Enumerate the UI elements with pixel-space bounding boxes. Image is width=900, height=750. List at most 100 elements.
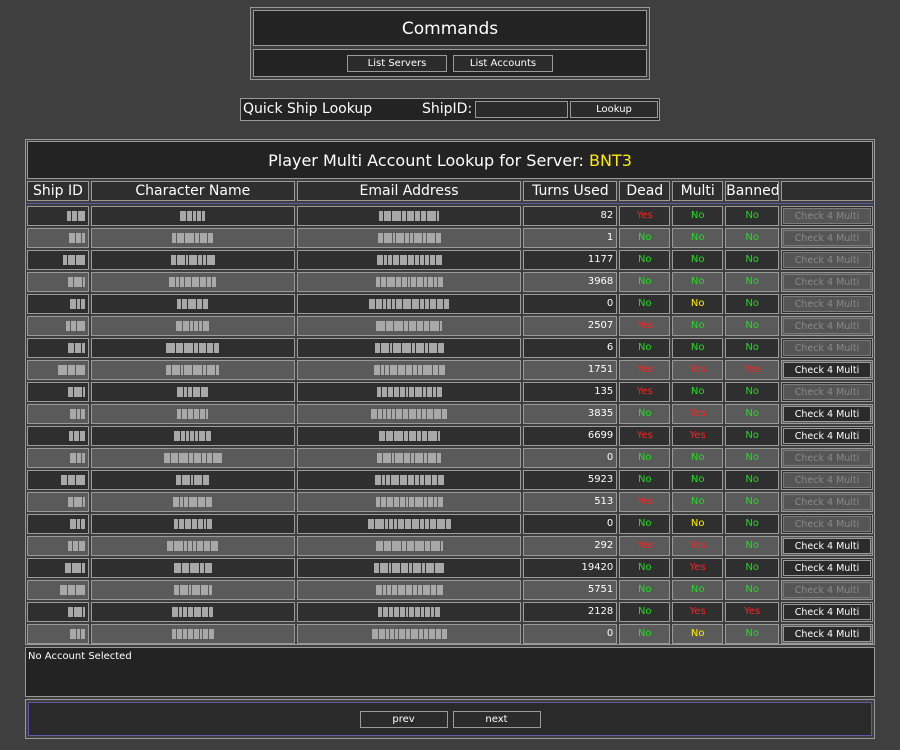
- check-4-multi-button[interactable]: Check 4 Multi: [783, 494, 871, 510]
- check-4-multi-button[interactable]: Check 4 Multi: [783, 472, 871, 488]
- multi-cell: No: [672, 338, 724, 358]
- banned-cell-value: No: [745, 298, 759, 309]
- turns-used-cell: 1177: [523, 250, 618, 270]
- redacted-text: [298, 207, 521, 225]
- email-address-cell: [296, 448, 522, 468]
- turns-used-cell: 5923: [523, 470, 618, 490]
- shipid-input[interactable]: [475, 101, 568, 118]
- banned-cell: No: [725, 536, 780, 556]
- action-cell: Check 4 Multi: [781, 448, 873, 468]
- check-4-multi-button[interactable]: Check 4 Multi: [783, 208, 871, 224]
- table-row: 1 No No No Check 4 Multi: [27, 228, 873, 248]
- redacted-text: [92, 427, 294, 445]
- email-address-cell: [296, 470, 522, 490]
- character-name-cell: [90, 448, 295, 468]
- dead-cell-value: Yes: [636, 540, 653, 551]
- email-address-cell: [296, 382, 522, 402]
- ship-id-cell: [27, 294, 89, 314]
- redacted-text: [28, 383, 88, 401]
- banned-cell: No: [725, 448, 780, 468]
- dead-cell: No: [619, 448, 671, 468]
- banned-cell-value: No: [745, 430, 759, 441]
- table-row: 3968 No No No Check 4 Multi: [27, 272, 873, 292]
- turns-used-cell: 3968: [523, 272, 618, 292]
- table-row: 0 No No No Check 4 Multi: [27, 624, 873, 644]
- dead-cell: No: [619, 272, 671, 292]
- turns-used-cell: 6: [523, 338, 618, 358]
- action-cell: Check 4 Multi: [781, 382, 873, 402]
- dead-cell: Yes: [619, 426, 671, 446]
- redacted-text: [92, 559, 294, 577]
- banned-cell: No: [725, 514, 780, 534]
- redacted-text: [28, 273, 88, 291]
- dead-cell: Yes: [619, 206, 671, 226]
- lookup-button[interactable]: Lookup: [570, 101, 658, 118]
- banned-cell-value: No: [745, 452, 759, 463]
- multi-cell: No: [672, 316, 724, 336]
- next-button[interactable]: next: [452, 710, 541, 728]
- list-accounts-button[interactable]: List Accounts: [453, 54, 553, 72]
- redacted-text: [298, 251, 521, 269]
- redacted-text: [92, 537, 294, 555]
- redacted-text: [28, 405, 88, 423]
- email-address-cell: [296, 206, 522, 226]
- check-4-multi-button[interactable]: Check 4 Multi: [783, 604, 871, 620]
- action-cell: Check 4 Multi: [781, 404, 873, 424]
- dead-cell-value: No: [637, 606, 652, 617]
- turns-used-cell: 0: [523, 448, 618, 468]
- redacted-text: [298, 339, 521, 357]
- dead-cell-value: No: [637, 518, 652, 529]
- action-cell: Check 4 Multi: [781, 492, 873, 512]
- column-header-multi: Multi: [672, 181, 724, 201]
- pager-inner: prev next: [28, 702, 872, 736]
- dead-cell-value: No: [637, 562, 652, 573]
- table-body: 82 Yes No No Check 4 Multi 1 No No No Check 4 Mul…: [27, 206, 873, 644]
- banned-cell: No: [725, 470, 780, 490]
- banned-cell: No: [725, 426, 780, 446]
- dead-cell: Yes: [619, 360, 671, 380]
- dead-cell-value: Yes: [636, 386, 653, 397]
- multi-cell: No: [672, 580, 724, 600]
- check-4-multi-button[interactable]: Check 4 Multi: [783, 428, 871, 444]
- check-4-multi-button[interactable]: Check 4 Multi: [783, 516, 871, 532]
- action-cell: Check 4 Multi: [781, 426, 873, 446]
- check-4-multi-button[interactable]: Check 4 Multi: [783, 450, 871, 466]
- server-name: BNT3: [588, 151, 632, 170]
- redacted-text: [28, 295, 88, 313]
- check-4-multi-button[interactable]: Check 4 Multi: [783, 362, 871, 378]
- character-name-cell: [90, 206, 295, 226]
- action-cell: Check 4 Multi: [781, 228, 873, 248]
- check-4-multi-button[interactable]: Check 4 Multi: [783, 582, 871, 598]
- check-4-multi-button[interactable]: Check 4 Multi: [783, 560, 871, 576]
- check-4-multi-button[interactable]: Check 4 Multi: [783, 296, 871, 312]
- check-4-multi-button[interactable]: Check 4 Multi: [783, 384, 871, 400]
- turns-used-cell: 292: [523, 536, 618, 556]
- multi-cell-value: No: [690, 474, 705, 485]
- check-4-multi-button[interactable]: Check 4 Multi: [783, 406, 871, 422]
- multi-cell-value: Yes: [689, 430, 706, 441]
- turns-used-cell: 0: [523, 624, 618, 644]
- check-4-multi-button[interactable]: Check 4 Multi: [783, 252, 871, 268]
- check-4-multi-button[interactable]: Check 4 Multi: [783, 318, 871, 334]
- redacted-text: [92, 339, 294, 357]
- banned-cell-value: No: [745, 628, 759, 639]
- redacted-text: [92, 273, 294, 291]
- banned-cell-value: No: [745, 562, 759, 573]
- action-cell: Check 4 Multi: [781, 580, 873, 600]
- ship-id-cell: [27, 382, 89, 402]
- column-header-action: [781, 181, 873, 201]
- redacted-text: [28, 471, 88, 489]
- list-servers-button[interactable]: List Servers: [347, 54, 447, 72]
- prev-button[interactable]: prev: [359, 710, 448, 728]
- check-4-multi-button[interactable]: Check 4 Multi: [783, 274, 871, 290]
- multi-cell-value: Yes: [689, 540, 706, 551]
- check-4-multi-button[interactable]: Check 4 Multi: [783, 626, 871, 642]
- check-4-multi-button[interactable]: Check 4 Multi: [783, 230, 871, 246]
- character-name-cell: [90, 492, 295, 512]
- email-address-cell: [296, 404, 522, 424]
- multi-cell-value: No: [690, 584, 705, 595]
- check-4-multi-button[interactable]: Check 4 Multi: [783, 340, 871, 356]
- multi-cell-value: No: [690, 210, 705, 221]
- redacted-text: [298, 317, 521, 335]
- check-4-multi-button[interactable]: Check 4 Multi: [783, 538, 871, 554]
